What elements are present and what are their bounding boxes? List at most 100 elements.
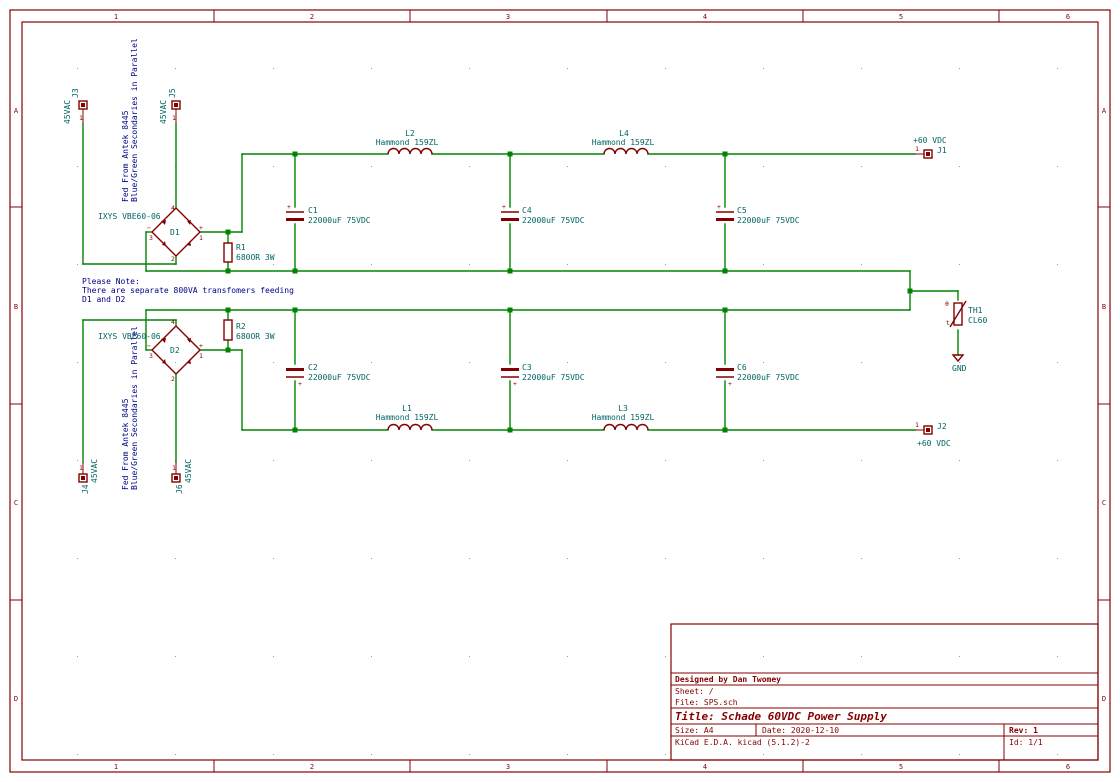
grid-dot — [175, 68, 176, 69]
inductor-l4[interactable]: L4 Hammond 159ZL — [592, 129, 655, 155]
c6-value: 22000uF 75VDC — [737, 373, 800, 382]
grid-dot — [959, 264, 960, 265]
grid-dot — [1057, 460, 1058, 461]
grid-dot — [763, 656, 764, 657]
grid-dot — [77, 656, 78, 657]
svg-text:4: 4 — [171, 318, 175, 326]
capacitor-c4[interactable]: + C4 22000uF 75VDC — [501, 203, 585, 225]
j3-ref: J3 — [71, 88, 80, 98]
tb-rev: Rev: 1 — [1009, 726, 1038, 735]
junctions — [225, 151, 913, 433]
grid-dot — [77, 362, 78, 363]
title-block: Designed by Dan Twomey Sheet: / File: SP… — [670, 623, 1099, 761]
grid-dot — [273, 460, 274, 461]
grid-dot — [469, 166, 470, 167]
connector-j5[interactable]: 1 J5 45VAC — [159, 88, 181, 124]
grid-dot — [763, 166, 764, 167]
connector-j6[interactable]: 1 J6 45VAC — [171, 459, 193, 494]
svg-text:+: + — [513, 380, 517, 388]
grid-dot — [273, 264, 274, 265]
grid-dot — [665, 558, 666, 559]
svg-text:1: 1 — [79, 114, 83, 122]
grid-dot — [175, 558, 176, 559]
inductor-l3[interactable]: L3 Hammond 159ZL — [592, 404, 655, 431]
svg-text:+: + — [287, 203, 291, 211]
connector-j4[interactable]: 1 J4 45VAC — [78, 459, 99, 494]
grid-dot — [861, 656, 862, 657]
grid-dot — [1057, 362, 1058, 363]
c5-ref: C5 — [737, 206, 747, 215]
grid-dot — [665, 362, 666, 363]
c3-value: 22000uF 75VDC — [522, 373, 585, 382]
grid-dot — [861, 264, 862, 265]
svg-text:Please Note:: Please Note: — [82, 277, 140, 286]
zone-labels: 1 2 3 4 5 6 1 2 3 4 5 6 A B C D A B C D — [14, 13, 1107, 771]
grid-dot — [861, 460, 862, 461]
connector-j3[interactable]: 1 J3 45VAC — [63, 88, 88, 124]
resistor-r1[interactable]: R1 680OR 3W — [223, 242, 275, 263]
note-please: Please Note: There are separate 800VA tr… — [82, 277, 294, 304]
svg-text:Fed From Antek 8445: Fed From Antek 8445 — [121, 398, 130, 490]
grid-dot — [665, 460, 666, 461]
th1-value: CL60 — [968, 316, 987, 325]
grid-dot — [567, 166, 568, 167]
tb-title: Title: Schade 60VDC Power Supply — [675, 710, 887, 723]
border-frame — [9, 9, 1111, 773]
zone-row-label: D — [1102, 695, 1106, 703]
tb-size: Size: A4 — [675, 726, 714, 735]
svg-text:1: 1 — [172, 464, 176, 472]
svg-text:−: − — [147, 342, 151, 350]
grid-dot — [371, 362, 372, 363]
capacitor-c6[interactable]: + C6 22000uF 75VDC — [716, 363, 800, 388]
grid-dot — [567, 68, 568, 69]
grid-dot — [273, 166, 274, 167]
l4-ref: L4 — [619, 129, 629, 138]
svg-text:3: 3 — [149, 234, 153, 242]
zone-row-label: A — [1102, 107, 1107, 115]
svg-text:t: t — [946, 319, 950, 327]
bridge-rectifier-d1[interactable]: 4 2 3 1 − + D1 IXYS VBE60-06 — [98, 204, 203, 263]
thermistor-th1[interactable]: θ t TH1 CL60 — [945, 300, 987, 328]
connector-j2[interactable]: 1 J2 +60 VDC — [915, 421, 951, 448]
th1-ref: TH1 — [968, 306, 983, 315]
inductor-l1[interactable]: L1 Hammond 159ZL — [376, 404, 439, 431]
j4-ref: J4 — [81, 484, 90, 494]
j3-value: 45VAC — [63, 100, 72, 124]
capacitor-c3[interactable]: + C3 22000uF 75VDC — [501, 363, 585, 388]
svg-text:Blue/Green Secondaries in Para: Blue/Green Secondaries in Parallel — [130, 38, 139, 202]
grid-dot — [469, 656, 470, 657]
resistor-r2[interactable]: R2 680OR 3W — [223, 319, 275, 341]
l3-ref: L3 — [618, 404, 628, 413]
connector-j1[interactable]: 1 J1 +60 VDC — [913, 136, 947, 159]
grid-dot — [763, 460, 764, 461]
grid-dot — [763, 362, 764, 363]
grid-dot — [959, 656, 960, 657]
svg-text:1: 1 — [79, 464, 83, 472]
svg-text:D1 and D2: D1 and D2 — [82, 295, 126, 304]
svg-text:2: 2 — [171, 375, 175, 383]
grid-dot — [861, 166, 862, 167]
l2-value: Hammond 159ZL — [376, 138, 439, 147]
capacitor-c2[interactable]: + C2 22000uF 75VDC — [286, 363, 371, 388]
capacitor-c5[interactable]: + C5 22000uF 75VDC — [716, 203, 800, 225]
zone-col-label: 1 — [114, 763, 118, 771]
inductor-l2[interactable]: L2 Hammond 159ZL — [376, 129, 439, 155]
grid-dot — [77, 264, 78, 265]
grid-dot — [567, 460, 568, 461]
zone-row-label: C — [1102, 499, 1106, 507]
capacitor-c1[interactable]: + C1 22000uF 75VDC — [286, 203, 371, 225]
grid-dot — [665, 68, 666, 69]
j1-value: +60 VDC — [913, 136, 947, 145]
grid-dot — [77, 754, 78, 755]
grid-dot — [371, 754, 372, 755]
d1-value: IXYS VBE60-06 — [98, 212, 161, 221]
zone-row-label: C — [14, 499, 18, 507]
grid-dot — [567, 558, 568, 559]
grid-dot — [567, 656, 568, 657]
grid-dot — [959, 166, 960, 167]
svg-text:2: 2 — [171, 255, 175, 263]
grid-dot — [175, 656, 176, 657]
grid-dot — [469, 558, 470, 559]
schematic-sheet: 1 2 3 4 5 6 1 2 3 4 5 6 A B C D A B C D — [9, 9, 1111, 773]
svg-text:There are separate 800VA trans: There are separate 800VA transfomers fee… — [82, 286, 294, 295]
